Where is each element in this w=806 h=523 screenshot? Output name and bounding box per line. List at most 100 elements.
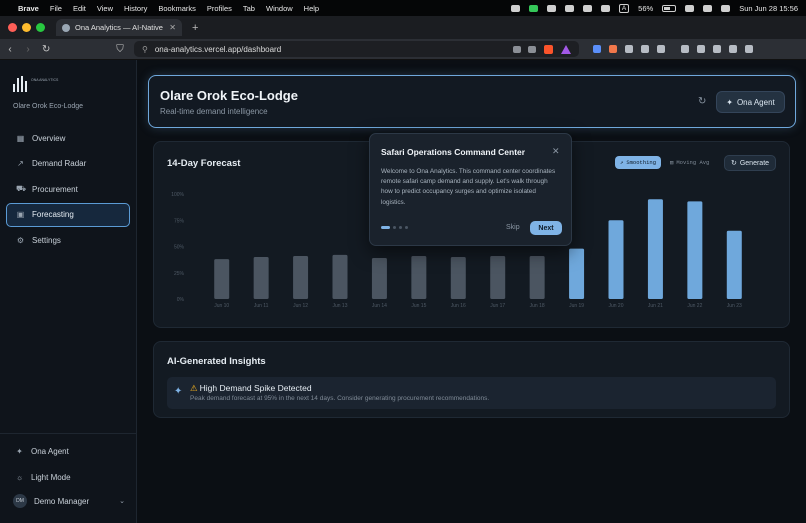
- bar-jun-20[interactable]: [608, 220, 624, 299]
- menu-profiles[interactable]: Profiles: [207, 4, 232, 13]
- sidebar-item-overview[interactable]: ▦ Overview: [6, 126, 130, 150]
- sidebar-item-procurement[interactable]: ⛟ Procurement: [6, 177, 130, 201]
- user-menu[interactable]: DM Demo Manager ⌄: [13, 494, 125, 508]
- bar-jun-11[interactable]: [253, 257, 269, 299]
- clock[interactable]: Sun Jun 28 15:56: [739, 4, 798, 13]
- extension-icon-3[interactable]: [625, 45, 633, 53]
- share-icon[interactable]: [528, 45, 536, 53]
- input-source[interactable]: A: [618, 3, 630, 13]
- tray-icon-1[interactable]: [510, 4, 520, 12]
- sidebar-item-forecasting[interactable]: ▣ Forecasting: [6, 202, 130, 227]
- tour-title: Safari Operations Command Center: [381, 147, 526, 157]
- moon-icon[interactable]: [546, 4, 556, 12]
- wifi-icon[interactable]: [685, 4, 695, 12]
- close-icon[interactable]: ✕: [552, 146, 560, 157]
- moving-avg-toggle[interactable]: ▥ Moving Avg: [665, 156, 714, 169]
- ona-agent-button-label: Ona Agent: [736, 97, 775, 107]
- bar-jun-23[interactable]: [726, 230, 742, 299]
- bar-jun-17[interactable]: [490, 255, 506, 299]
- smoothing-label: Smoothing: [626, 159, 657, 166]
- minimize-window-button[interactable]: [22, 23, 31, 32]
- bar-jun-10[interactable]: [214, 259, 230, 299]
- bar-jun-19[interactable]: [569, 248, 585, 299]
- menu-help[interactable]: Help: [304, 4, 319, 13]
- menu-icon[interactable]: [745, 45, 753, 53]
- bar-jun-14[interactable]: [371, 258, 387, 299]
- control-center-icon[interactable]: [721, 4, 731, 12]
- tray-icon-2[interactable]: [528, 4, 538, 12]
- new-tab-icon[interactable]: +: [192, 22, 198, 34]
- menu-history[interactable]: History: [124, 4, 147, 13]
- bar-jun-13[interactable]: [332, 254, 348, 299]
- menu-tab[interactable]: Tab: [243, 4, 255, 13]
- brave-rewards-icon[interactable]: [561, 44, 571, 54]
- sparkle-icon: ✦: [174, 386, 183, 397]
- battery-icon[interactable]: [662, 4, 677, 12]
- bar-jun-12[interactable]: [293, 255, 309, 299]
- sparkle-icon: ✦: [726, 97, 733, 107]
- y-tick-label: 0%: [177, 297, 185, 303]
- menu-view[interactable]: View: [97, 4, 113, 13]
- app-sidebar: ONA ANALYTICS Olare Orok Eco-Lodge ▦ Ove…: [0, 60, 137, 523]
- battery-percent: 56%: [638, 3, 654, 13]
- sidebar-item-ona-agent[interactable]: ✦ Ona Agent: [6, 439, 130, 463]
- sidebar-item-settings[interactable]: ⚙ Settings: [6, 228, 130, 252]
- warning-icon: ⚠: [190, 383, 198, 393]
- extension-icon-5[interactable]: [657, 45, 665, 53]
- bar-jun-15[interactable]: [411, 255, 427, 299]
- bar-jun-18[interactable]: [529, 255, 545, 299]
- bookmark-icon[interactable]: ⛉: [116, 44, 124, 55]
- sidebar-toggle-icon[interactable]: [681, 45, 689, 53]
- reload-icon[interactable]: ↻: [42, 44, 50, 55]
- menu-window[interactable]: Window: [266, 4, 293, 13]
- tour-skip-button[interactable]: Skip: [506, 224, 520, 231]
- menu-edit[interactable]: Edit: [73, 4, 86, 13]
- sidebar-item-label: Overview: [32, 133, 66, 143]
- forward-icon[interactable]: ›: [24, 44, 32, 55]
- wallet-icon[interactable]: [697, 45, 705, 53]
- back-icon[interactable]: ‹: [6, 44, 14, 55]
- brand-logo[interactable]: ONA ANALYTICS: [13, 76, 58, 92]
- menu-app-name[interactable]: Brave: [18, 4, 39, 13]
- extension-icon-1[interactable]: [593, 45, 601, 53]
- extension-icon-2[interactable]: [609, 45, 617, 53]
- window-controls: [8, 23, 45, 32]
- x-tick-label: Jun 23: [727, 303, 742, 309]
- refresh-icon[interactable]: ↻: [698, 96, 706, 107]
- brave-shields-icon[interactable]: [544, 44, 553, 54]
- bar-jun-21[interactable]: [647, 199, 663, 299]
- play-icon[interactable]: [582, 4, 592, 12]
- zoom-window-button[interactable]: [36, 23, 45, 32]
- leo-icon[interactable]: [713, 45, 721, 53]
- sidebar-lodge-name: Olare Orok Eco-Lodge: [13, 103, 84, 110]
- menu-file[interactable]: File: [50, 4, 62, 13]
- ona-agent-button[interactable]: ✦ Ona Agent: [716, 91, 785, 113]
- logo-mark-icon: [13, 76, 27, 92]
- browser-tab[interactable]: Ona Analytics — AI-Native De ✕: [56, 19, 182, 36]
- cloud-icon[interactable]: [600, 4, 610, 12]
- menu-bookmarks[interactable]: Bookmarks: [158, 4, 196, 13]
- address-bar[interactable]: ⚲ ona-analytics.vercel.app/dashboard: [134, 41, 579, 57]
- insight-item[interactable]: ✦ ⚠ High Demand Spike Detected Peak deman…: [167, 377, 776, 409]
- bar-jun-22[interactable]: [687, 201, 703, 299]
- trend-icon: ↗: [17, 159, 24, 169]
- theme-toggle-label: Light Mode: [31, 472, 71, 482]
- bar-jun-16[interactable]: [450, 257, 466, 299]
- site-info-icon[interactable]: ⚲: [142, 45, 148, 54]
- url-text[interactable]: ona-analytics.vercel.app/dashboard: [155, 45, 506, 54]
- tour-next-button[interactable]: Next: [530, 221, 562, 235]
- calendar-icon: ▣: [16, 210, 25, 220]
- search-icon[interactable]: [703, 4, 713, 12]
- insights-card: AI-Generated Insights ✦ ⚠ High Demand Spi…: [153, 341, 790, 418]
- bluetooth-icon[interactable]: [564, 4, 574, 12]
- close-window-button[interactable]: [8, 23, 17, 32]
- vpn-icon[interactable]: [729, 45, 737, 53]
- sidebar-item-demand-radar[interactable]: ↗ Demand Radar: [6, 152, 130, 176]
- theme-toggle[interactable]: ☼ Light Mode: [6, 465, 130, 489]
- close-tab-icon[interactable]: ✕: [169, 23, 176, 32]
- key-icon[interactable]: [513, 45, 521, 53]
- puzzle-icon[interactable]: [641, 45, 649, 53]
- sidebar-nav: ▦ Overview ↗ Demand Radar ⛟ Procurement …: [6, 126, 130, 254]
- smoothing-toggle[interactable]: ↗ Smoothing: [615, 156, 662, 169]
- generate-button[interactable]: ↻ Generate: [724, 155, 776, 171]
